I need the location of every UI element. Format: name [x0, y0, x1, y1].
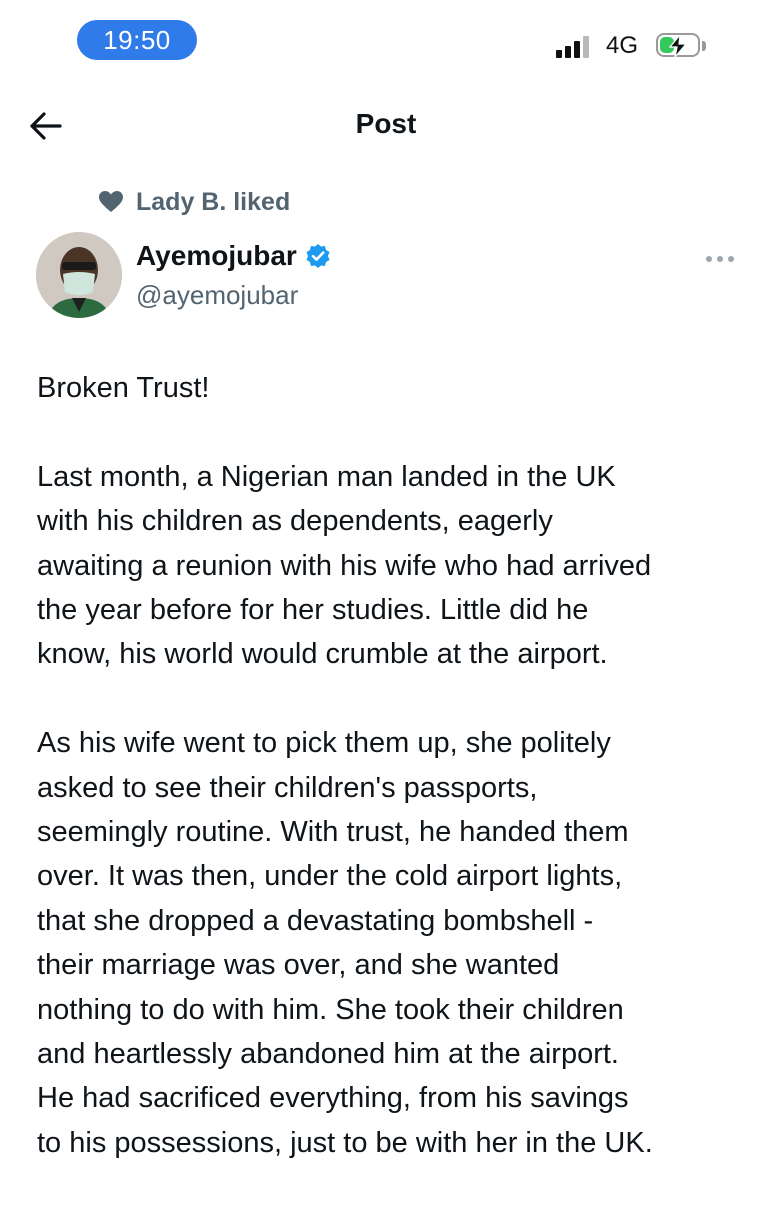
author-name-row[interactable]: Ayemojubar: [136, 240, 331, 272]
post-paragraph: Last month, a Nigerian man landed in the…: [37, 460, 652, 671]
page-title: Post: [355, 108, 417, 139]
cellular-signal-icon: [556, 34, 596, 58]
lightning-bolt-icon: [668, 35, 688, 57]
social-context-label: Lady B. liked: [136, 187, 291, 216]
post-header: Post: [0, 90, 772, 160]
status-bar: 19:50 4G: [0, 0, 772, 80]
status-time[interactable]: 19:50: [77, 20, 197, 60]
avatar[interactable]: [36, 232, 122, 318]
post-paragraph: As his wife went to pick them up, she po…: [37, 727, 653, 1159]
post-paragraph: Broken Trust!: [37, 372, 210, 404]
battery-charging-icon: [656, 33, 710, 59]
author-handle[interactable]: @ayemojubar: [136, 280, 298, 311]
network-type: 4G: [606, 32, 639, 59]
more-options-button[interactable]: [702, 248, 738, 268]
post-text: Broken Trust! Last month, a Nigerian man…: [37, 366, 752, 1210]
verified-badge-icon: [306, 244, 330, 268]
social-context[interactable]: Lady B. liked: [98, 186, 290, 218]
author-name: Ayemojubar: [136, 240, 297, 271]
heart-icon: [99, 191, 123, 212]
profile-photo: [36, 232, 122, 318]
